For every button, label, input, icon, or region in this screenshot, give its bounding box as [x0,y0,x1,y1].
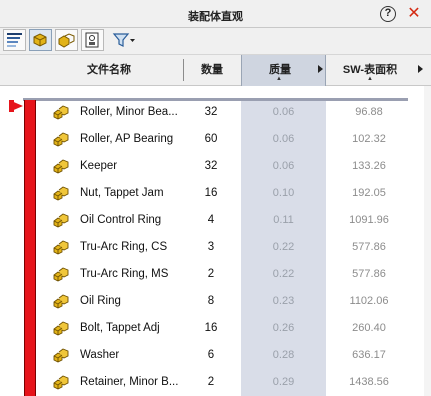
part-name: Bolt, Tappet Adj [80,322,160,334]
part-icon [52,374,70,390]
part-mass: 0.26 [272,322,295,334]
part-mass: 0.23 [272,295,295,307]
part-quantity: 6 [207,349,215,361]
column-scroll-right-icon[interactable] [418,65,423,73]
part-name: Nut, Tappet Jam [80,187,164,199]
toolbar [0,28,431,54]
column-header: 文件名称 数量 质量 ▲ SW-表面积 ▲ [0,54,431,86]
group-view-button[interactable] [55,29,78,51]
part-mass: 0.29 [272,376,295,388]
part-mass: 0.06 [272,106,295,118]
part-surface-area: 577.86 [352,241,386,253]
filter-icon [112,33,135,47]
list-item[interactable]: Retainer, Minor B... 2 0.29 1438.56 [0,369,431,396]
part-icon [52,266,70,282]
part-surface-area: 1091.96 [349,214,389,226]
column-header-name[interactable]: 文件名称 [36,55,182,86]
close-icon[interactable]: ✕ [405,4,423,24]
sort-gradient-button[interactable] [3,29,26,51]
part-mass: 0.10 [272,187,295,199]
list-item[interactable]: Roller, AP Bearing 60 0.06 102.32 [0,126,431,153]
part-quantity: 16 [204,322,218,334]
part-surface-area: 192.05 [352,187,386,199]
property-view-button[interactable] [81,29,104,51]
part-quantity: 2 [207,268,215,280]
part-icon [33,33,47,47]
part-name: Oil Control Ring [80,214,162,226]
sort-ascending-icon: ▲ [276,76,282,82]
list-item[interactable]: Tru-Arc Ring, CS 3 0.22 577.86 [0,234,431,261]
window-title: 装配体直观 [188,11,243,23]
part-mass: 0.06 [272,133,295,145]
part-mass: 0.28 [272,349,295,361]
part-surface-area: 636.17 [352,349,386,361]
part-icon [52,158,70,174]
part-quantity: 4 [207,214,215,226]
part-view-button[interactable] [29,29,52,51]
part-surface-area: 1102.06 [349,295,389,307]
property-icon [85,32,99,48]
part-name: Tru-Arc Ring, MS [80,268,169,280]
list-item[interactable]: Oil Control Ring 4 0.11 1091.96 [0,207,431,234]
part-quantity: 32 [204,106,218,118]
part-quantity: 32 [204,160,218,172]
column-header-quantity[interactable]: 数量 [184,55,240,86]
part-mass: 0.22 [272,268,295,280]
part-mass: 0.11 [273,214,294,226]
part-surface-area: 1438.56 [349,376,389,388]
part-name: Washer [80,349,120,361]
part-icon [52,347,70,363]
part-name: Oil Ring [80,295,121,307]
list-item[interactable]: Bolt, Tappet Adj 16 0.26 260.40 [0,315,431,342]
part-quantity: 60 [204,133,218,145]
sort-indicator-icon: ▲ [367,76,373,82]
part-icon [52,131,70,147]
part-surface-area: 102.32 [352,133,386,145]
vertical-scrollbar[interactable] [424,86,431,396]
part-icon [52,104,70,120]
help-icon[interactable]: ? [380,6,396,22]
part-surface-area: 577.86 [352,268,386,280]
list-item[interactable]: Washer 6 0.28 636.17 [0,342,431,369]
title-bar: 装配体直观 ? ✕ [0,0,431,28]
part-quantity: 3 [207,241,215,253]
list-item[interactable]: Keeper 32 0.06 133.26 [0,153,431,180]
part-mass: 0.22 [272,241,295,253]
part-name: Roller, Minor Bea... [80,106,178,118]
list-item[interactable]: Tru-Arc Ring, MS 2 0.22 577.86 [0,261,431,288]
part-icon [52,320,70,336]
filter-button[interactable] [110,29,137,51]
part-icon [52,293,70,309]
gradient-bars-icon [7,33,22,47]
part-surface-area: 260.40 [352,322,386,334]
column-expand-arrow-icon[interactable] [318,65,323,73]
part-icon [52,239,70,255]
part-icon [52,212,70,228]
part-icon [52,185,70,201]
part-name: Retainer, Minor B... [80,376,179,388]
part-quantity: 2 [207,376,215,388]
part-mass: 0.06 [272,160,295,172]
part-quantity: 8 [207,295,215,307]
part-name: Roller, AP Bearing [80,133,174,145]
list-item[interactable]: Oil Ring 8 0.23 1102.06 [0,288,431,315]
component-list: Roller, Minor Bea... 32 0.06 96.88 Roller, A… [0,86,431,396]
list-item[interactable]: Nut, Tappet Jam 16 0.10 192.05 [0,180,431,207]
group-icon [58,33,75,48]
part-quantity: 16 [204,187,218,199]
part-name: Tru-Arc Ring, CS [80,241,168,253]
list-item[interactable]: Roller, Minor Bea... 32 0.06 96.88 [0,99,431,126]
part-surface-area: 96.88 [355,106,383,118]
part-name: Keeper [80,160,118,172]
part-surface-area: 133.26 [352,160,386,172]
